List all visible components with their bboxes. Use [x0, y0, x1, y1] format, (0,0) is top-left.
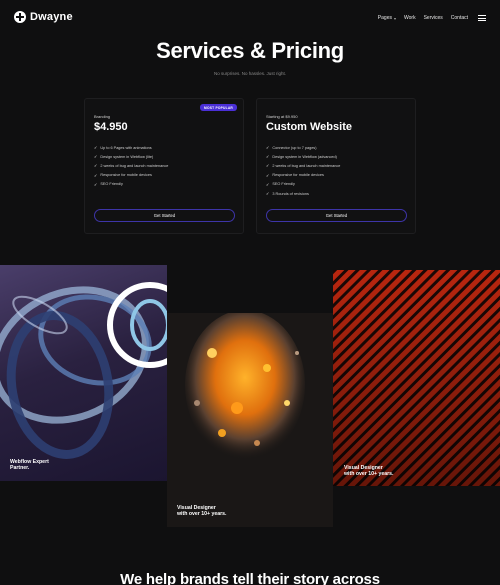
feature-text: Up to 6 Pages with animations	[100, 145, 152, 150]
section-heading: We help brands tell their story across	[120, 571, 380, 585]
feature-item: ✓ SEO Friendly	[266, 180, 340, 189]
nav-link-pages[interactable]: Pages ▾	[378, 15, 396, 21]
feature-list: ✓ Connector (up to 7 pages) ✓ Design syste…	[266, 143, 340, 198]
check-icon: ✓	[266, 163, 270, 169]
feature-item: ✓ 3 Rounds of revisions	[266, 189, 340, 198]
feature-item: ✓ Responsive for mobile devices	[266, 171, 340, 180]
top-nav: Dwayne Pages ▾ Work Services Contact	[0, 0, 500, 38]
check-icon: ✓	[266, 191, 270, 197]
feature-item: ✓ SEO Friendly	[94, 180, 168, 189]
check-icon: ✓	[94, 172, 98, 178]
gallery-caption: Webflow Expert Partner.	[10, 459, 49, 471]
page-title: Services & Pricing	[156, 38, 344, 63]
page-subtitle: No surprises. No hassles. Just right.	[213, 71, 287, 76]
feature-text: SEO Friendly	[100, 182, 123, 187]
nav-link-services[interactable]: Services	[424, 15, 443, 21]
feature-text: Design system in Webflow (lite)	[100, 154, 154, 159]
nav-link-work[interactable]: Work	[404, 15, 416, 21]
hamburger-icon[interactable]	[478, 15, 486, 21]
pricing-card-branding: MOST POPULAR Branding $4.950 ✓ Up to 6 Pa…	[84, 98, 244, 234]
check-icon: ✓	[94, 154, 98, 160]
feature-text: Connector (up to 7 pages)	[272, 145, 317, 150]
striped-pattern-image	[333, 270, 500, 486]
feature-item: ✓ Up to 6 Pages with animations	[94, 143, 168, 152]
feature-text: Design system in Webflow (advanced)	[272, 154, 337, 159]
gallery-caption: Visual Designer with over 10+ years.	[344, 465, 394, 477]
plan-eyebrow: Branding	[94, 114, 111, 119]
check-icon: ✓	[266, 181, 270, 187]
feature-text: 2 weeks of bug and launch maintenance	[100, 163, 169, 168]
get-started-button[interactable]: Get Started	[94, 209, 235, 222]
nav-link-contact[interactable]: Contact	[451, 15, 468, 21]
check-icon: ✓	[94, 145, 98, 151]
most-popular-badge: MOST POPULAR	[200, 104, 237, 111]
feature-list: ✓ Up to 6 Pages with animations ✓ Design s…	[94, 143, 168, 189]
feature-item: ✓ 2 weeks of bug and launch maintenance	[94, 161, 168, 170]
plan-price: Custom Website	[266, 121, 352, 133]
plan-eyebrow: Starting at $9.950	[266, 114, 298, 119]
brand-logo[interactable]: Dwayne	[14, 11, 73, 23]
feature-text: Responsive for mobile devices	[272, 173, 324, 178]
gallery-caption: Visual Designer with over 10+ years.	[177, 505, 227, 517]
feature-item: ✓ Design system in Webflow (lite)	[94, 152, 168, 161]
check-icon: ✓	[94, 163, 98, 169]
nav-link-label: Pages	[377, 15, 392, 21]
glowing-particles-image	[167, 313, 333, 527]
check-icon: ✓	[266, 145, 270, 151]
check-icon: ✓	[266, 154, 270, 160]
feature-text: Responsive for mobile devices	[100, 173, 152, 178]
abstract-rings-image	[0, 265, 167, 481]
get-started-button[interactable]: Get Started	[266, 209, 407, 222]
pricing-card-custom-website: Starting at $9.950 Custom Website ✓ Conne…	[256, 98, 416, 234]
check-icon: ✓	[266, 172, 270, 178]
nav-links: Pages ▾ Work Services Contact	[378, 15, 468, 21]
feature-text: 2 weeks of bug and launch maintenance	[272, 163, 341, 168]
plus-circle-icon	[14, 11, 26, 23]
feature-item: ✓ Responsive for mobile devices	[94, 171, 168, 180]
check-icon: ✓	[94, 181, 98, 187]
feature-text: 3 Rounds of revisions	[272, 191, 309, 196]
feature-item: ✓ 2 weeks of bug and launch maintenance	[266, 161, 340, 170]
plan-price: $4.950	[94, 121, 128, 133]
brand-name: Dwayne	[30, 11, 73, 23]
feature-text: SEO Friendly	[272, 182, 295, 187]
chevron-down-icon: ▾	[393, 15, 396, 21]
feature-item: ✓ Design system in Webflow (advanced)	[266, 152, 340, 161]
feature-item: ✓ Connector (up to 7 pages)	[266, 143, 340, 152]
